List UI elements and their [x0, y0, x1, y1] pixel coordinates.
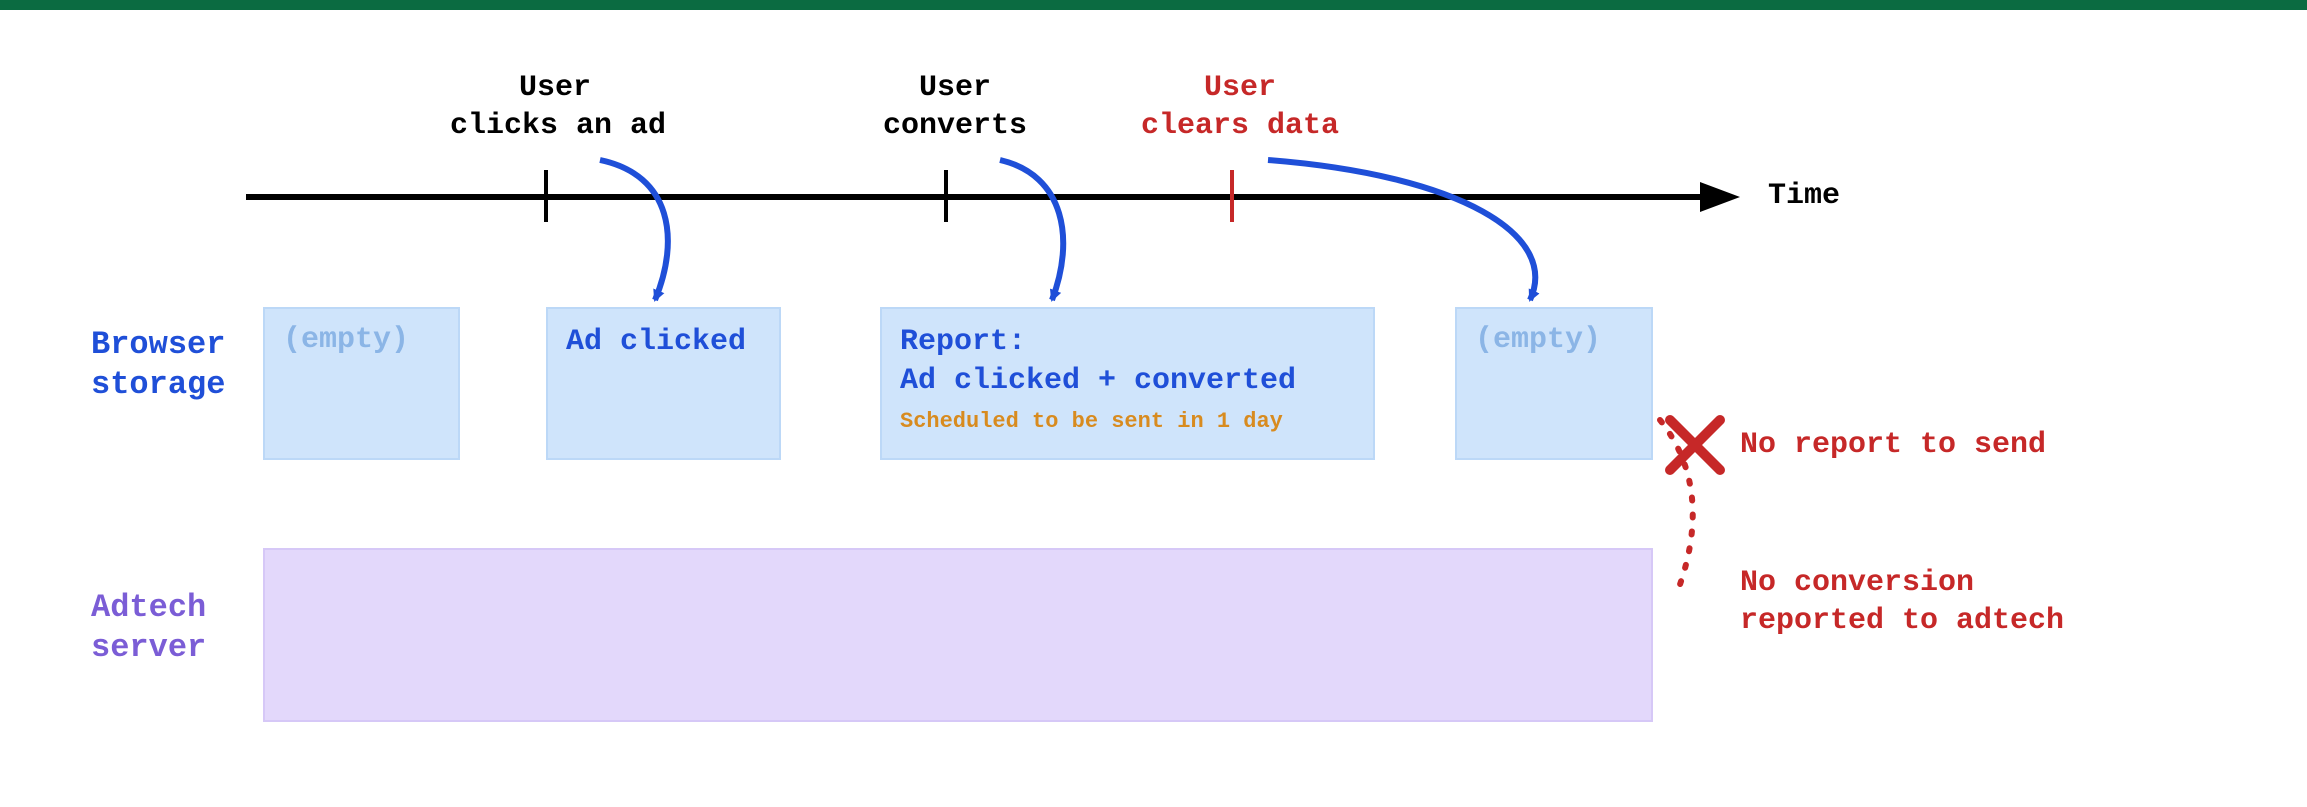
sidelabel-adtech-server: Adtech server	[91, 588, 206, 668]
storage-report-sub: Scheduled to be sent in 1 day	[900, 409, 1355, 434]
event-clears-data: User clears data	[1130, 70, 1350, 145]
storage-empty-1-text: (empty)	[283, 323, 440, 357]
event-converts: User converts	[870, 70, 1040, 145]
storage-box-report: Report: Ad clicked + converted Scheduled…	[880, 307, 1375, 460]
text-no-conversion-reported: No conversion reported to adtech	[1740, 565, 2064, 640]
storage-box-ad-clicked: Ad clicked	[546, 307, 781, 460]
storage-box-empty-1: (empty)	[263, 307, 460, 460]
sidelabel-browser-storage: Browser storage	[91, 325, 225, 405]
storage-report-title: Report: Ad clicked + converted	[900, 323, 1355, 401]
axis-label-time: Time	[1768, 178, 1840, 216]
storage-empty-2-text: (empty)	[1475, 323, 1633, 357]
event-clicks-ad: User clicks an ad	[450, 70, 660, 145]
text-no-report-to-send: No report to send	[1740, 427, 2046, 465]
diagram-stage: Time User clicks an ad User converts Use…	[0, 0, 2307, 807]
storage-box-empty-2: (empty)	[1455, 307, 1653, 460]
adtech-server-box	[263, 548, 1653, 722]
storage-ad-clicked-text: Ad clicked	[566, 323, 761, 362]
